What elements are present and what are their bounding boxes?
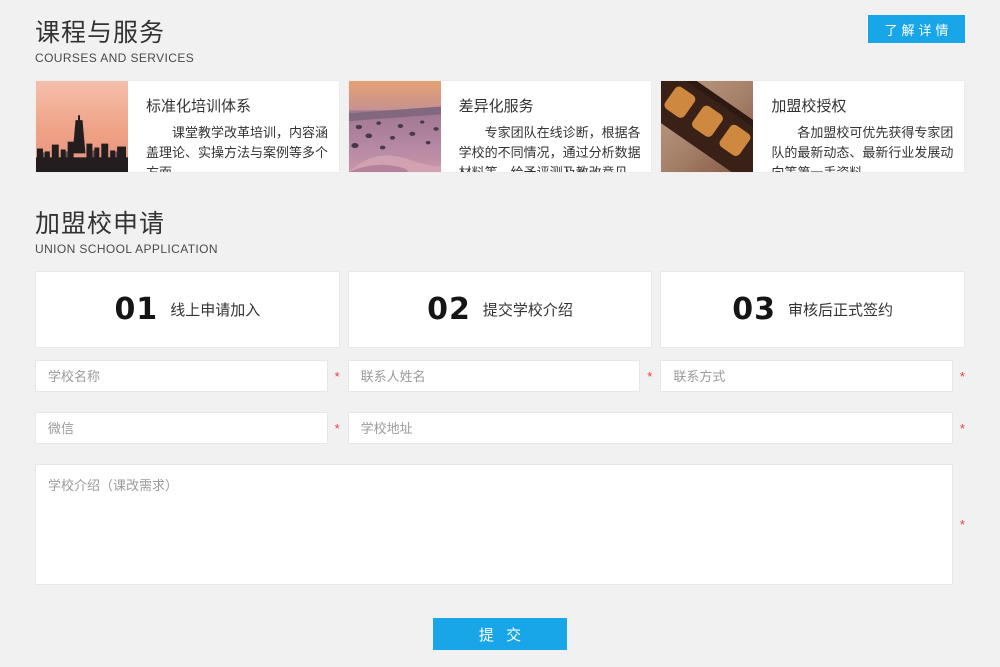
field-contact-name: * — [348, 360, 653, 392]
application-title: 加盟校申请 — [35, 209, 965, 239]
card-title: 差异化服务 — [459, 95, 642, 116]
contact-method-input[interactable] — [660, 360, 953, 392]
step-number: 03 — [732, 292, 776, 327]
field-school-introduction: * — [35, 464, 965, 585]
card-description: 各加盟校可优先获得专家团队的最新动态、最新行业发展动向等第一手资料 — [771, 123, 954, 173]
field-contact-method: * — [660, 360, 965, 392]
card-description: 课堂教学改革培训，内容涵盖理论、实操方法与案例等多个方面 — [146, 123, 329, 173]
courses-subtitle: COURSES AND SERVICES — [35, 51, 965, 65]
page: 课程与服务 COURSES AND SERVICES 了解详情 — [0, 0, 1000, 667]
step-submit-introduction: 02 提交学校介绍 — [348, 271, 653, 348]
submit-button[interactable]: 提 交 — [433, 618, 567, 650]
required-asterisk: * — [640, 370, 652, 383]
required-asterisk: * — [328, 370, 340, 383]
learn-more-button[interactable]: 了解详情 — [868, 15, 965, 43]
card-title: 标准化培训体系 — [146, 95, 329, 116]
card-body: 差异化服务 专家团队在线诊断，根据各学校的不同情况，通过分析数据材料等，给予评测… — [441, 81, 652, 172]
step-label: 线上申请加入 — [170, 299, 260, 320]
courses-title: 课程与服务 — [35, 18, 965, 48]
card-body: 加盟校授权 各加盟校可优先获得专家团队的最新动态、最新行业发展动向等第一手资料 — [753, 81, 964, 172]
step-number: 02 — [427, 292, 471, 327]
school-address-input[interactable] — [348, 412, 953, 444]
required-asterisk: * — [953, 370, 965, 383]
wechat-input[interactable] — [35, 412, 328, 444]
step-label: 提交学校介绍 — [483, 299, 573, 320]
step-sign-contract: 03 审核后正式签约 — [660, 271, 965, 348]
desert-dusk-image — [349, 81, 441, 172]
courses-section-header: 课程与服务 COURSES AND SERVICES 了解详情 — [35, 0, 965, 65]
film-strip-image — [661, 81, 753, 172]
field-school-address: * — [348, 412, 965, 444]
application-section-header: 加盟校申请 UNION SCHOOL APPLICATION — [35, 209, 965, 256]
school-introduction-textarea[interactable] — [35, 464, 953, 585]
application-steps: 01 线上申请加入 02 提交学校介绍 03 审核后正式签约 — [35, 271, 965, 348]
submit-row: 提 交 — [35, 618, 965, 650]
contact-name-input[interactable] — [348, 360, 641, 392]
required-asterisk: * — [328, 422, 340, 435]
application-subtitle: UNION SCHOOL APPLICATION — [35, 242, 965, 256]
card-description: 专家团队在线诊断，根据各学校的不同情况，通过分析数据材料等，给予评测及教改意见 — [459, 123, 642, 173]
school-name-input[interactable] — [35, 360, 328, 392]
city-skyline-sunset-image — [36, 81, 128, 172]
field-school-name: * — [35, 360, 340, 392]
card-franchise-authorization: 加盟校授权 各加盟校可优先获得专家团队的最新动态、最新行业发展动向等第一手资料 — [660, 80, 965, 173]
required-asterisk: * — [953, 422, 965, 435]
field-wechat: * — [35, 412, 340, 444]
step-apply-online: 01 线上申请加入 — [35, 271, 340, 348]
card-differentiated-service: 差异化服务 专家团队在线诊断，根据各学校的不同情况，通过分析数据材料等，给予评测… — [348, 80, 653, 173]
step-label: 审核后正式签约 — [788, 299, 893, 320]
required-asterisk: * — [953, 518, 965, 531]
service-cards: 标准化培训体系 课堂教学改革培训，内容涵盖理论、实操方法与案例等多个方面 — [35, 80, 965, 173]
card-standard-training: 标准化培训体系 课堂教学改革培训，内容涵盖理论、实操方法与案例等多个方面 — [35, 80, 340, 173]
step-number: 01 — [114, 292, 158, 327]
application-form: * * * * * * — [35, 360, 965, 585]
card-body: 标准化培训体系 课堂教学改革培训，内容涵盖理论、实操方法与案例等多个方面 — [128, 81, 339, 172]
card-title: 加盟校授权 — [771, 95, 954, 116]
